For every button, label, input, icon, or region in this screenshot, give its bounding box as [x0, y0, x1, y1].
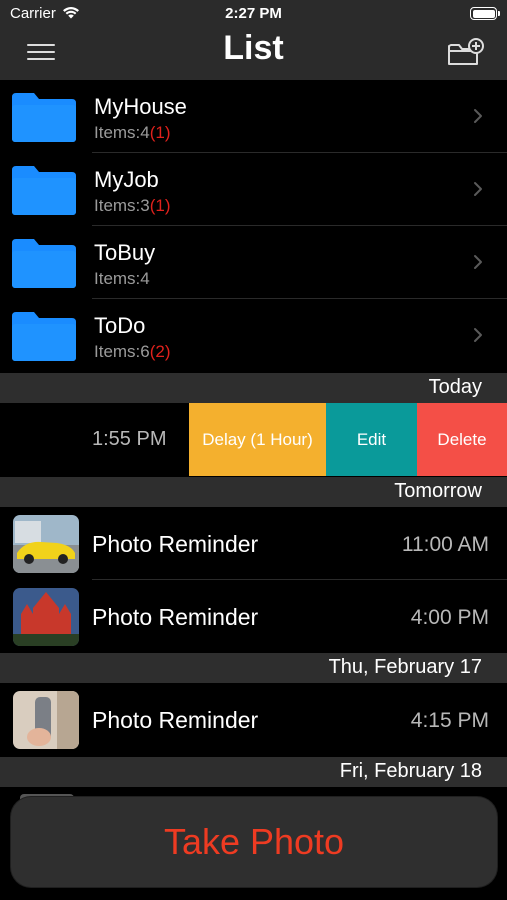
- edit-button[interactable]: Edit: [326, 403, 417, 476]
- section-header-fri-feb-18: Fri, February 18: [0, 757, 507, 787]
- folder-name: ToBuy: [94, 240, 156, 265]
- section-title: Today: [428, 376, 482, 398]
- chevron-right-icon: [474, 255, 482, 269]
- reminder-time: 4:15 PM: [410, 709, 489, 732]
- reminder-photo-thumbnail[interactable]: [13, 588, 79, 646]
- page-title: List: [223, 29, 284, 67]
- reminder-photo-thumbnail[interactable]: [13, 691, 79, 749]
- folder-icon: [12, 312, 76, 361]
- folder-row-myhouse[interactable]: MyHouse Items:4(1): [0, 80, 507, 153]
- clock: 2:27 PM: [225, 5, 282, 22]
- folder-name: ToDo: [94, 313, 146, 338]
- folder-item-count: Items:4(1): [94, 123, 171, 142]
- overdue-count: (1): [149, 196, 171, 215]
- folder-row-todo[interactable]: ToDo Items:6(2): [0, 299, 507, 372]
- section-header-today: Today: [0, 373, 507, 403]
- delay-button[interactable]: Delay (1 Hour): [189, 403, 326, 476]
- folder-item-count: Items:3(1): [94, 196, 171, 215]
- chevron-right-icon: [474, 109, 482, 123]
- swiped-reminder-row[interactable]: 1:55 PM Delay (1 Hour) Edit Delete: [0, 403, 507, 476]
- section-header-tomorrow: Tomorrow: [0, 477, 507, 507]
- section-title: Thu, February 17: [328, 656, 482, 678]
- delete-button[interactable]: Delete: [417, 403, 507, 476]
- reminder-title: Photo Reminder: [92, 707, 259, 733]
- reminder-title: Photo Reminder: [92, 531, 259, 557]
- reminder-time: 11:00 AM: [401, 533, 489, 556]
- section-title: Fri, February 18: [339, 760, 482, 782]
- folder-item-count: Items:6(2): [94, 342, 171, 361]
- folder-icon: [12, 166, 76, 215]
- folder-row-myjob[interactable]: MyJob Items:3(1): [0, 153, 507, 226]
- section-title: Tomorrow: [394, 480, 482, 502]
- section-header-thu-feb-17: Thu, February 17: [0, 653, 507, 683]
- reminder-row[interactable]: Photo Reminder 4:00 PM: [0, 580, 507, 653]
- folder-icon: [12, 93, 76, 142]
- overdue-count: (2): [149, 342, 171, 361]
- reminder-time: 1:55 PM: [92, 428, 167, 450]
- folder-row-tobuy[interactable]: ToBuy Items:4: [0, 226, 507, 299]
- reminder-photo-thumbnail[interactable]: [13, 515, 79, 573]
- chevron-right-icon: [474, 182, 482, 196]
- status-bar: Carrier 2:27 PM: [0, 0, 507, 28]
- reminder-title: Photo Reminder: [92, 604, 259, 630]
- take-photo-button[interactable]: Take Photo: [11, 797, 497, 887]
- navigation-bar: List: [0, 28, 507, 80]
- new-folder-icon[interactable]: [447, 37, 485, 67]
- chevron-right-icon: [474, 328, 482, 342]
- folder-icon: [12, 239, 76, 288]
- reminder-time: 4:00 PM: [410, 606, 489, 629]
- reminder-row[interactable]: Photo Reminder 11:00 AM: [0, 507, 507, 580]
- folder-name: MyJob: [94, 167, 159, 192]
- overdue-count: (1): [149, 123, 171, 142]
- reminder-row[interactable]: Photo Reminder 4:15 PM: [0, 683, 507, 756]
- battery-icon: [470, 7, 500, 20]
- folder-name: MyHouse: [94, 94, 187, 119]
- folder-item-count: Items:4: [94, 269, 150, 288]
